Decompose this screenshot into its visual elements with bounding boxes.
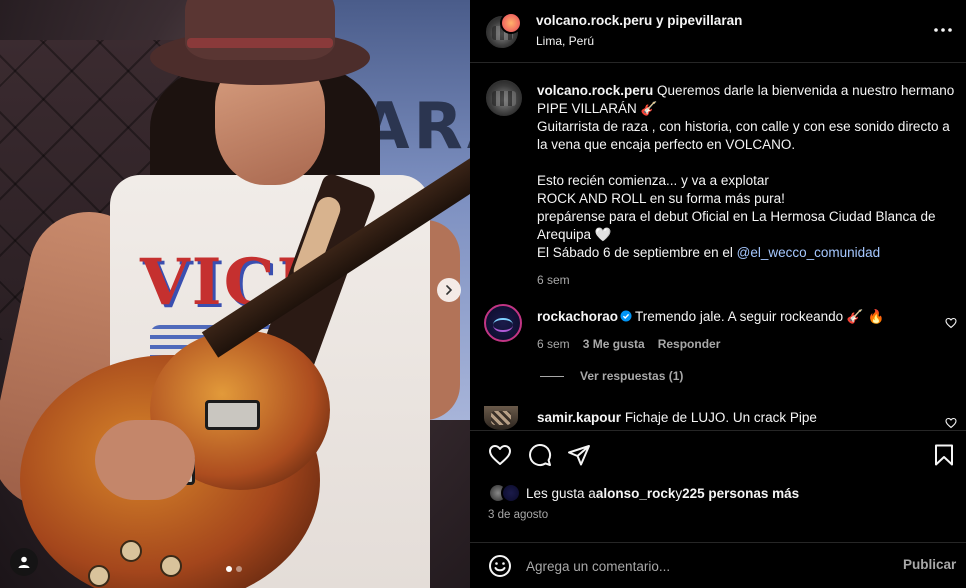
guitar-pickup [205,400,260,430]
user-icon [18,556,30,568]
tagged-users-button[interactable] [10,548,38,576]
like-heart-icon[interactable] [488,443,512,467]
view-replies-button[interactable]: Ver respuestas (1) [540,369,683,383]
post-details-panel: volcano.rock.peru y pipevillaran Lima, P… [470,0,966,588]
comment-username[interactable]: samir.kapour [537,410,621,425]
carousel-indicators [226,566,242,572]
likers-avatars[interactable] [488,483,524,503]
verified-badge-icon [620,310,632,322]
comment-body: Fichaje de LUJO. Un crack Pipe [624,410,817,425]
carousel-dot [236,566,242,572]
likes-summary: Les gusta a alonso_rock y 225 personas m… [488,482,799,504]
author-usernames[interactable]: volcano.rock.peru y pipevillaran [536,13,742,28]
post-location[interactable]: Lima, Perú [536,34,594,48]
like-comment-heart-icon[interactable] [945,317,957,329]
likes-connector: y [675,485,683,501]
comment-meta: 6 sem 3 Me gusta Responder [537,337,720,351]
likes-others-count[interactable]: 225 personas más [682,486,799,501]
likes-prefix: Les gusta a [526,485,596,501]
comment-likes-count[interactable]: 3 Me gusta [583,337,645,351]
likes-first-user[interactable]: alonso_rock [596,486,676,501]
caption-body: Queremos darle la bienvenida a nuestro h… [537,83,955,260]
caption-username[interactable]: volcano.rock.peru [537,83,653,98]
post-date[interactable]: 3 de agosto [488,509,548,521]
publish-button[interactable]: Publicar [903,557,956,572]
comment-input[interactable] [526,553,886,579]
more-options-icon[interactable] [932,19,954,41]
caption-author-avatar[interactable] [486,80,522,116]
caption-time[interactable]: 6 sem [537,273,570,287]
save-bookmark-icon[interactable] [932,443,956,467]
hat-crown [185,0,335,60]
commenter-avatar[interactable] [484,304,522,342]
comment-text: rockachorao Tremendo jale. A seguir rocke… [537,309,884,325]
add-comment-bar: Publicar [470,542,966,588]
chevron-right-icon [446,285,453,295]
share-send-icon[interactable] [567,443,591,467]
strumming-hand [95,420,195,500]
post-actions-bar: Les gusta a alonso_rock y 225 personas m… [470,430,966,588]
reply-button[interactable]: Responder [658,337,721,351]
guitar-knob [120,540,142,562]
emoji-icon[interactable] [488,554,512,578]
carousel-next-button[interactable] [437,278,461,302]
guitar-knob [160,555,182,577]
post-header: volcano.rock.peru y pipevillaran Lima, P… [470,0,966,63]
liker-avatar [501,483,521,503]
comment-username[interactable]: rockachorao [537,309,618,324]
comment-text: samir.kapour Fichaje de LUJO. Un crack P… [537,410,817,425]
replies-divider-line [540,375,564,377]
comment-bubble-icon[interactable] [528,443,552,467]
hat-band [187,38,333,48]
carousel-dot-active [226,566,232,572]
like-comment-heart-icon[interactable] [945,417,957,429]
caption-text: volcano.rock.peru Queremos darle la bien… [537,82,957,289]
caption-mention-link[interactable]: @el_wecco_comunidad [737,245,881,260]
comment-body: Tremendo jale. A seguir rockeando 🎸 🔥 [635,309,885,324]
collaborator-avatar[interactable] [500,12,522,34]
comment-time[interactable]: 6 sem [537,337,570,351]
commenter-avatar[interactable] [484,406,518,430]
view-replies-label: Ver respuestas (1) [580,369,684,383]
post-photo[interactable]: ARA VICE [0,0,470,588]
guitar-knob [88,565,110,587]
